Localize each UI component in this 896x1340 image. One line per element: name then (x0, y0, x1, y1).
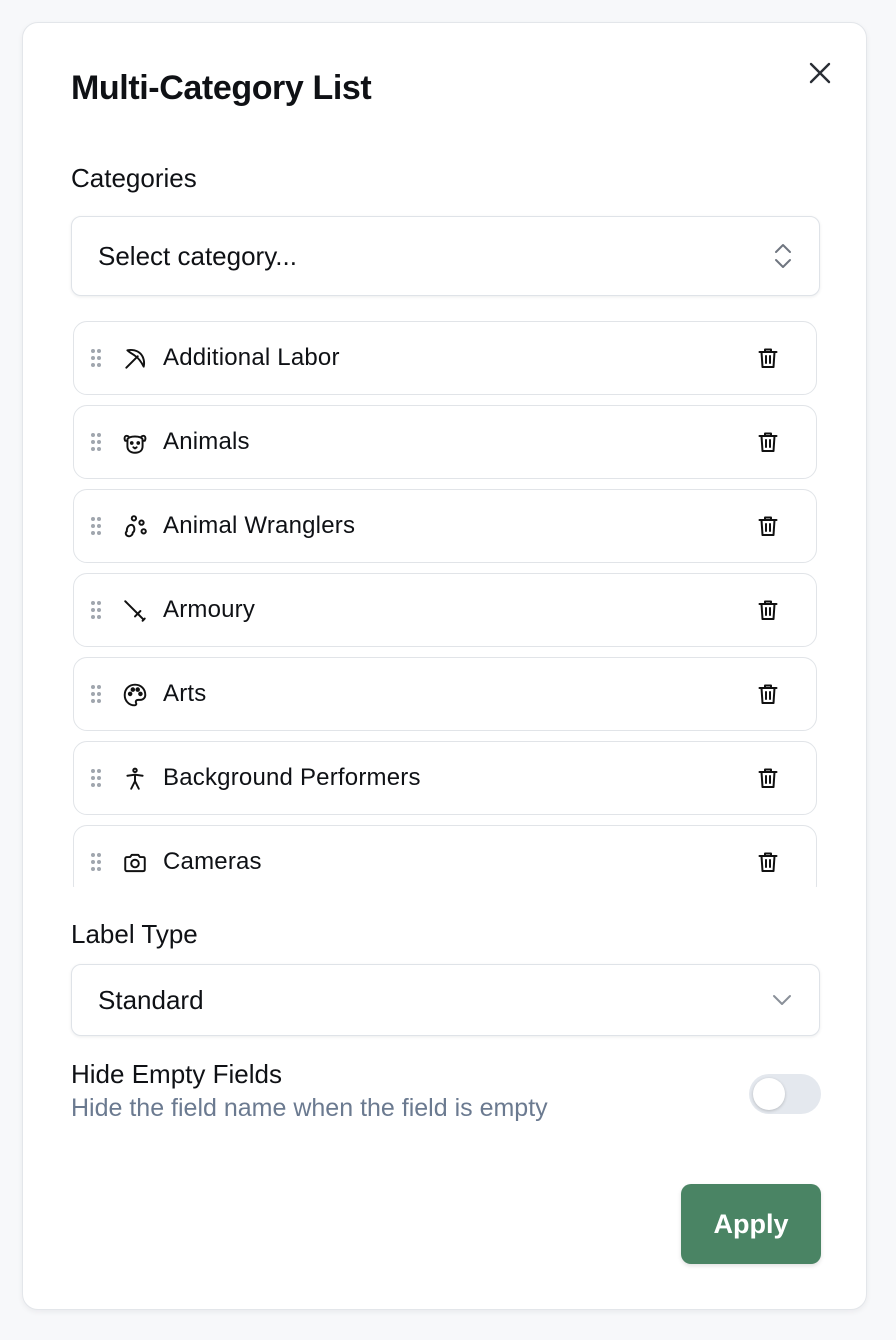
drag-handle-icon[interactable] (90, 768, 102, 788)
label-type-label: Label Type (71, 919, 198, 949)
delete-button[interactable] (754, 764, 782, 792)
hide-empty-title: Hide Empty Fields (71, 1059, 282, 1089)
category-label: Animals (163, 428, 250, 455)
delete-button[interactable] (754, 680, 782, 708)
list-item: Animals (73, 405, 817, 479)
trash-icon (758, 600, 778, 620)
chevron-up-down-icon (775, 244, 791, 268)
trash-icon (758, 768, 778, 788)
trash-icon (758, 684, 778, 704)
drag-handle-icon[interactable] (90, 516, 102, 536)
hide-empty-toggle[interactable] (749, 1074, 821, 1114)
label-type-select[interactable]: Standard (71, 964, 820, 1036)
apply-button[interactable]: Apply (681, 1184, 821, 1264)
list-item: Armoury (73, 573, 817, 647)
palette-icon (123, 683, 147, 707)
drag-handle-icon[interactable] (90, 852, 102, 872)
drag-handle-icon[interactable] (90, 432, 102, 452)
category-label: Armoury (163, 596, 256, 623)
category-label: Animal Wranglers (163, 512, 356, 539)
drag-handle-icon[interactable] (90, 684, 102, 704)
categories-label: Categories (71, 163, 197, 193)
list-item: Cameras (73, 825, 817, 887)
paw-print-icon (124, 515, 147, 538)
trash-icon (758, 852, 778, 872)
delete-button[interactable] (754, 848, 782, 876)
dog-face-icon (123, 434, 147, 454)
delete-button[interactable] (754, 428, 782, 456)
category-label: Cameras (163, 848, 262, 875)
chevron-down-icon (773, 995, 791, 1005)
delete-button[interactable] (754, 512, 782, 540)
trash-icon (758, 348, 778, 368)
close-icon (809, 62, 831, 84)
list-item: Arts (73, 657, 817, 731)
drag-handle-icon[interactable] (90, 600, 102, 620)
trash-icon (758, 432, 778, 452)
delete-button[interactable] (754, 596, 782, 624)
category-select[interactable]: Select category... (71, 216, 820, 296)
person-standing-icon (126, 767, 144, 790)
trash-icon (758, 516, 778, 536)
delete-button[interactable] (754, 344, 782, 372)
list-item: Animal Wranglers (73, 489, 817, 563)
dialog-title: Multi-Category List (71, 69, 372, 107)
category-select-placeholder: Select category... (98, 240, 297, 271)
category-label: Background Performers (163, 764, 421, 791)
toggle-knob (753, 1078, 785, 1110)
category-label: Additional Labor (163, 344, 340, 371)
close-button[interactable] (802, 55, 838, 91)
camera-icon (124, 853, 146, 873)
list-item: Background Performers (73, 741, 817, 815)
list-item: Additional Labor (73, 321, 817, 395)
category-list[interactable]: Additional Labor Animals Animal Wrangler… (71, 321, 823, 887)
category-label: Arts (163, 680, 207, 707)
label-type-value: Standard (98, 984, 204, 1015)
multi-category-dialog: Multi-Category List Categories Select ca… (22, 22, 867, 1310)
hide-empty-description: Hide the field name when the field is em… (71, 1094, 548, 1122)
pickaxe-icon (125, 348, 146, 369)
sword-icon (124, 600, 146, 622)
drag-handle-icon[interactable] (90, 348, 102, 368)
